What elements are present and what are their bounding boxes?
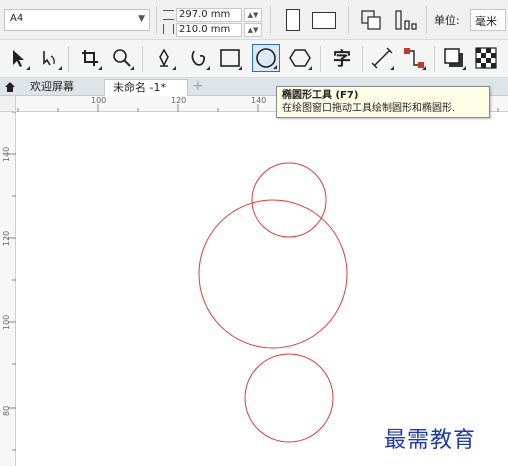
text-tool[interactable]: 字 [328, 44, 356, 72]
units-value: 毫米 [475, 15, 497, 28]
shape-node-icon [43, 51, 55, 66]
tooltip-description: 在绘图窗口拖动工具绘制圆形和椭圆形. [282, 103, 456, 114]
small-top-circle[interactable] [251, 162, 327, 238]
divider [426, 6, 427, 34]
page-width-input[interactable]: 297.0 mm [176, 8, 242, 22]
ruler-label: 140 [2, 146, 11, 162]
home-icon[interactable] [4, 81, 16, 93]
drop-shadow-tool[interactable] [440, 44, 468, 72]
tab-label: 欢迎屏幕 [30, 80, 74, 93]
connector-tool[interactable] [400, 44, 428, 72]
divider [434, 46, 435, 72]
shape-tool[interactable] [36, 44, 64, 72]
height-spinner[interactable]: ▲▼ [244, 23, 262, 37]
arrow-pointer-icon [13, 50, 24, 67]
all-pages-icon[interactable] [360, 9, 382, 31]
tab-label: 未命名 -1* [113, 81, 166, 94]
vertical-ruler[interactable]: 140 120 100 80 [0, 112, 16, 466]
divider [348, 6, 349, 34]
units-label: 单位: [434, 14, 460, 27]
ellipse-tool-tooltip: 椭圆形工具 (F7) 在绘图窗口拖动工具绘制圆形和椭圆形. [276, 86, 490, 118]
large-middle-circle[interactable] [198, 199, 348, 349]
divider [362, 46, 363, 72]
new-tab-plus-icon[interactable]: + [192, 79, 204, 94]
hexagon-icon [289, 49, 311, 67]
freehand-tool[interactable] [184, 44, 212, 72]
ruler-label: 100 [91, 96, 107, 105]
paper-size-value: A4 [10, 13, 24, 24]
page-height-icon [163, 24, 174, 34]
pen-nib-icon [159, 48, 169, 67]
parallel-dimension-tool[interactable] [368, 44, 396, 72]
ruler-label: 100 [2, 314, 11, 330]
landscape-orientation-icon[interactable] [312, 12, 336, 29]
ellipse-tool[interactable] [252, 44, 280, 72]
text-character-icon: 字 [333, 49, 351, 70]
pen-tool[interactable] [150, 44, 178, 72]
width-spinner[interactable]: ▲▼ [244, 8, 262, 22]
chevron-down-icon: ▼ [138, 14, 145, 24]
paper-size-select[interactable]: A4 ▼ [4, 9, 150, 31]
rectangle-icon [220, 49, 240, 67]
pick-tool[interactable] [4, 44, 32, 72]
divider [270, 6, 271, 34]
divider [68, 46, 69, 72]
ruler-origin-corner[interactable] [0, 96, 16, 112]
ruler-label: 120 [171, 96, 187, 105]
tooltip-title: 椭圆形工具 (F7) [282, 90, 359, 101]
transparency-tool[interactable] [472, 44, 500, 72]
toolbox: 字 [0, 40, 508, 78]
current-page-icon[interactable] [394, 9, 418, 31]
divider [320, 46, 321, 72]
checkerboard-icon [475, 47, 497, 69]
tab-welcome-screen[interactable]: 欢迎屏幕 [22, 79, 82, 96]
tab-untitled-1[interactable]: 未命名 -1* [104, 79, 188, 96]
portrait-orientation-icon[interactable] [286, 9, 300, 31]
drawing-canvas[interactable] [16, 112, 508, 466]
divider [156, 6, 157, 34]
units-select[interactable]: 毫米 [470, 9, 506, 31]
property-bar: A4 ▼ 297.0 mm ▲▼ 210.0 mm ▲▼ 单位: 毫米 [0, 0, 508, 40]
crop-tool[interactable] [76, 44, 104, 72]
watermark-text: 最需教育 [384, 428, 477, 453]
ruler-label: 120 [2, 230, 11, 246]
spiral-curve-icon [191, 50, 206, 66]
drawing-shapes [198, 162, 348, 443]
ruler-label: 140 [251, 96, 267, 105]
zoom-tool[interactable] [108, 44, 136, 72]
magnifier-icon [113, 49, 131, 67]
divider [142, 46, 143, 72]
rectangle-tool[interactable] [216, 44, 244, 72]
crop-icon [82, 50, 98, 66]
polygon-tool[interactable] [286, 44, 314, 72]
bottom-circle[interactable] [244, 353, 334, 443]
page-height-input[interactable]: 210.0 mm [176, 23, 242, 37]
ruler-label: 80 [2, 405, 11, 416]
page-width-icon [163, 10, 174, 20]
